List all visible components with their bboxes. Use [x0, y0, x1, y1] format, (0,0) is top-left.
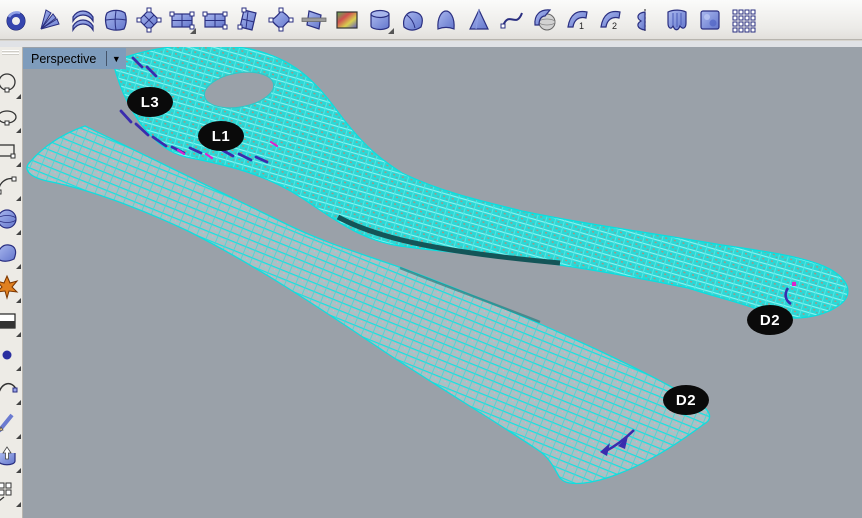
surface-from-point-grid-icon[interactable]: [726, 4, 759, 36]
rectangular-plane-vertical-icon[interactable]: [231, 4, 264, 36]
sphere-tool-icon[interactable]: [0, 205, 22, 239]
rectangle-tool-icon[interactable]: [0, 137, 22, 171]
flyout-triangle-icon[interactable]: [16, 128, 21, 133]
viewport-canvas[interactable]: [23, 47, 862, 518]
perspective-viewport[interactable]: Perspective ▼ L3 L1 D2 D2: [23, 47, 862, 518]
grid-snap-tool-icon[interactable]: [0, 477, 22, 511]
flyout-triangle-icon[interactable]: [16, 502, 21, 507]
tab-separator: [106, 51, 107, 66]
extrude-along-curve-icon[interactable]: [396, 4, 429, 36]
viewport-title-tab[interactable]: Perspective ▼: [23, 48, 126, 69]
flyout-triangle-icon[interactable]: [16, 434, 21, 439]
flyout-triangle-icon[interactable]: [16, 264, 21, 269]
ribbon-icon[interactable]: [495, 4, 528, 36]
annotation-label-D2-upper: D2: [747, 305, 793, 335]
hatch-tool-icon[interactable]: [0, 307, 22, 341]
svg-text:2: 2: [612, 21, 617, 31]
svg-text:1: 1: [579, 21, 584, 31]
flyout-triangle-icon[interactable]: [16, 230, 21, 235]
explode-tool-icon[interactable]: [0, 273, 22, 307]
circle-tool-icon[interactable]: [0, 69, 22, 103]
surface-from-curve-network-icon[interactable]: [132, 4, 165, 36]
flyout-triangle-icon[interactable]: [16, 468, 21, 473]
extrude-to-point-icon[interactable]: [429, 4, 462, 36]
cutting-plane-icon[interactable]: [297, 4, 330, 36]
toolbar-grip[interactable]: [2, 50, 19, 52]
surface-from-planar-curves-icon[interactable]: [0, 4, 33, 36]
patch-icon[interactable]: [99, 4, 132, 36]
extrude-tapered-icon[interactable]: [462, 4, 495, 36]
flyout-triangle-icon[interactable]: [190, 28, 196, 34]
flyout-triangle-icon[interactable]: [16, 298, 21, 303]
surface-from-points-icon[interactable]: [33, 4, 66, 36]
curve-tool-icon[interactable]: [0, 375, 22, 409]
rectangular-plane-3-points-icon[interactable]: [198, 4, 231, 36]
toolbar-grip[interactable]: [2, 53, 19, 55]
ellipse-tool-icon[interactable]: [0, 103, 22, 137]
revolve-icon[interactable]: [627, 4, 660, 36]
heightfield-icon[interactable]: [693, 4, 726, 36]
flyout-triangle-icon[interactable]: [388, 28, 394, 34]
deformable-plane-icon[interactable]: [264, 4, 297, 36]
upper-surface[interactable]: [113, 47, 848, 318]
extrude-curve-straight-icon[interactable]: [363, 4, 396, 36]
flyout-triangle-icon[interactable]: [16, 162, 21, 167]
point-tool-icon[interactable]: [0, 341, 22, 375]
loft-icon[interactable]: [66, 4, 99, 36]
polyline-tool-icon[interactable]: [0, 409, 22, 443]
viewport-menu-arrow-icon[interactable]: ▼: [110, 54, 122, 64]
flyout-triangle-icon[interactable]: [16, 94, 21, 99]
flyout-triangle-icon[interactable]: [16, 332, 21, 337]
surface-toolbar: 1 2: [0, 0, 862, 40]
annotation-label-D2-lower: D2: [663, 385, 709, 415]
application-window: 1 2: [0, 0, 862, 518]
annotation-label-L1: L1: [198, 121, 244, 151]
rail-revolve-icon[interactable]: [528, 4, 561, 36]
move-tool-icon[interactable]: [0, 443, 22, 477]
picture-frame-icon[interactable]: [330, 4, 363, 36]
flyout-triangle-icon[interactable]: [16, 196, 21, 201]
drape-surface-icon[interactable]: [660, 4, 693, 36]
freeform-surface-tool-icon[interactable]: [0, 239, 22, 273]
viewport-title[interactable]: Perspective: [31, 52, 96, 66]
flyout-triangle-icon[interactable]: [16, 366, 21, 371]
flyout-triangle-icon[interactable]: [16, 400, 21, 405]
sweep-1-rail-icon[interactable]: 1: [561, 4, 594, 36]
main-tool-sidebar: [0, 47, 23, 518]
arc-tool-icon[interactable]: [0, 171, 22, 205]
sweep-2-rails-icon[interactable]: 2: [594, 4, 627, 36]
rectangular-plane-corner-icon[interactable]: [165, 4, 198, 36]
annotation-label-L3: L3: [127, 87, 173, 117]
